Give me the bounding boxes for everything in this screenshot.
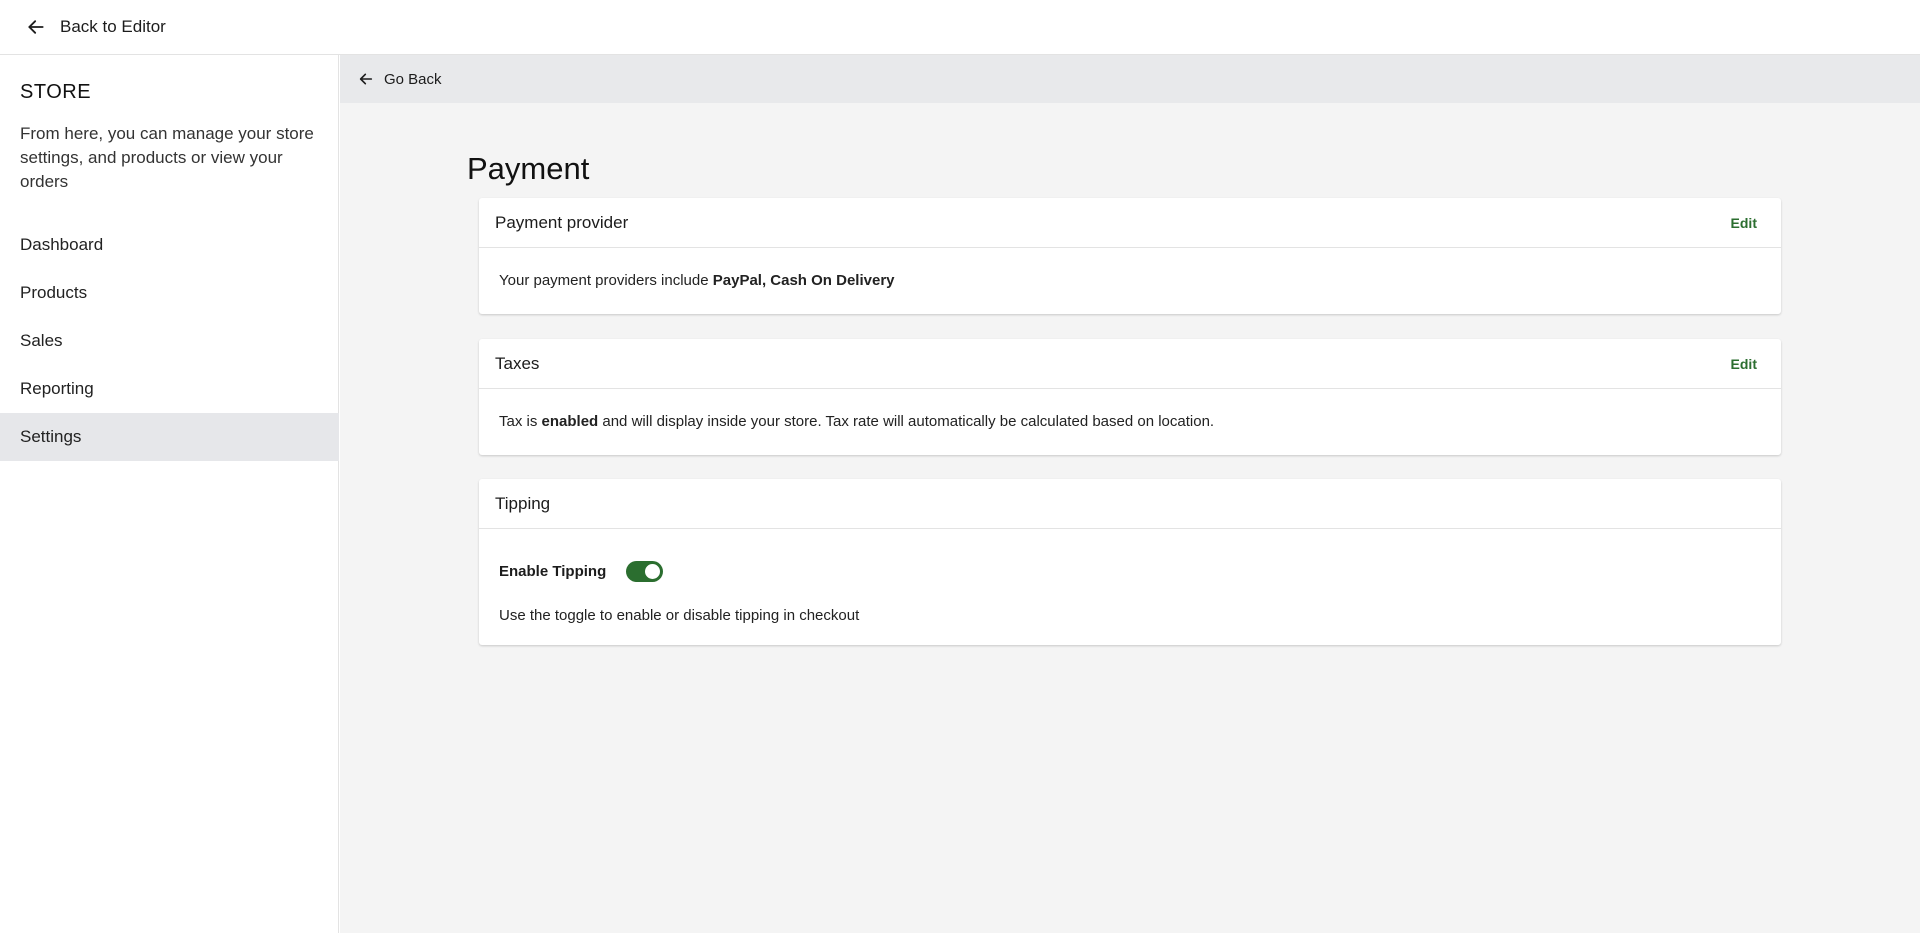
back-to-editor-label: Back to Editor: [60, 17, 166, 36]
arrow-left-icon: [359, 73, 373, 85]
go-back-label: Go Back: [384, 70, 442, 88]
taxes-edit-button[interactable]: Edit: [1731, 356, 1757, 372]
sidebar-description: From here, you can manage your store set…: [20, 124, 314, 191]
sidebar-title: STORE: [20, 81, 92, 103]
enable-tipping-toggle[interactable]: [626, 561, 664, 582]
page-title: Payment: [467, 151, 590, 186]
payment-provider-prefix: Your payment providers include: [499, 272, 713, 289]
go-back-bar: Go Back: [340, 55, 1920, 103]
tipping-body: Enable Tipping Use the toggle to enable …: [479, 529, 1781, 624]
arrow-left-icon: [28, 20, 44, 34]
back-to-editor-button[interactable]: Back to Editor: [26, 17, 166, 37]
payment-provider-edit-button[interactable]: Edit: [1731, 215, 1757, 231]
sidebar-item-dashboard[interactable]: Dashboard: [0, 221, 339, 269]
sidebar-item-reporting[interactable]: Reporting: [0, 365, 339, 413]
toggle-knob: [645, 564, 661, 579]
card-header: Tipping: [479, 479, 1781, 529]
taxes-text: Tax is enabled and will display inside y…: [479, 389, 1781, 430]
main-content: Go Back Payment Payment provider Edit Yo…: [340, 55, 1920, 933]
top-bar: Back to Editor: [0, 0, 1920, 55]
card-header: Payment provider Edit: [479, 198, 1781, 248]
tipping-help-text: Use the toggle to enable or disable tipp…: [499, 607, 860, 624]
sidebar-item-settings[interactable]: Settings: [0, 413, 339, 461]
enable-tipping-label: Enable Tipping: [499, 563, 607, 580]
sidebar-item-products[interactable]: Products: [0, 269, 339, 317]
sidebar: STORE From here, you can manage your sto…: [0, 55, 339, 933]
tipping-toggle-row: Enable Tipping: [499, 529, 1761, 582]
taxes-card: Taxes Edit Tax is enabled and will displ…: [479, 339, 1781, 455]
payment-provider-text: Your payment providers include PayPal, C…: [479, 248, 1781, 289]
sidebar-item-sales[interactable]: Sales: [0, 317, 339, 365]
tipping-card: Tipping Enable Tipping Use the toggle to…: [479, 479, 1781, 645]
sidebar-nav: Dashboard Products Sales Reporting Setti…: [0, 221, 339, 461]
card-header: Taxes Edit: [479, 339, 1781, 389]
go-back-button[interactable]: Go Back: [358, 71, 442, 88]
taxes-status: enabled: [541, 413, 599, 430]
taxes-prefix: Tax is: [499, 413, 542, 430]
taxes-suffix: and will display inside your store. Tax …: [598, 413, 1215, 430]
taxes-title: Taxes: [495, 353, 540, 373]
payment-provider-title: Payment provider: [495, 212, 629, 232]
payment-provider-card: Payment provider Edit Your payment provi…: [479, 198, 1781, 314]
payment-provider-list: PayPal, Cash On Delivery: [712, 272, 895, 289]
tipping-title: Tipping: [495, 493, 551, 513]
